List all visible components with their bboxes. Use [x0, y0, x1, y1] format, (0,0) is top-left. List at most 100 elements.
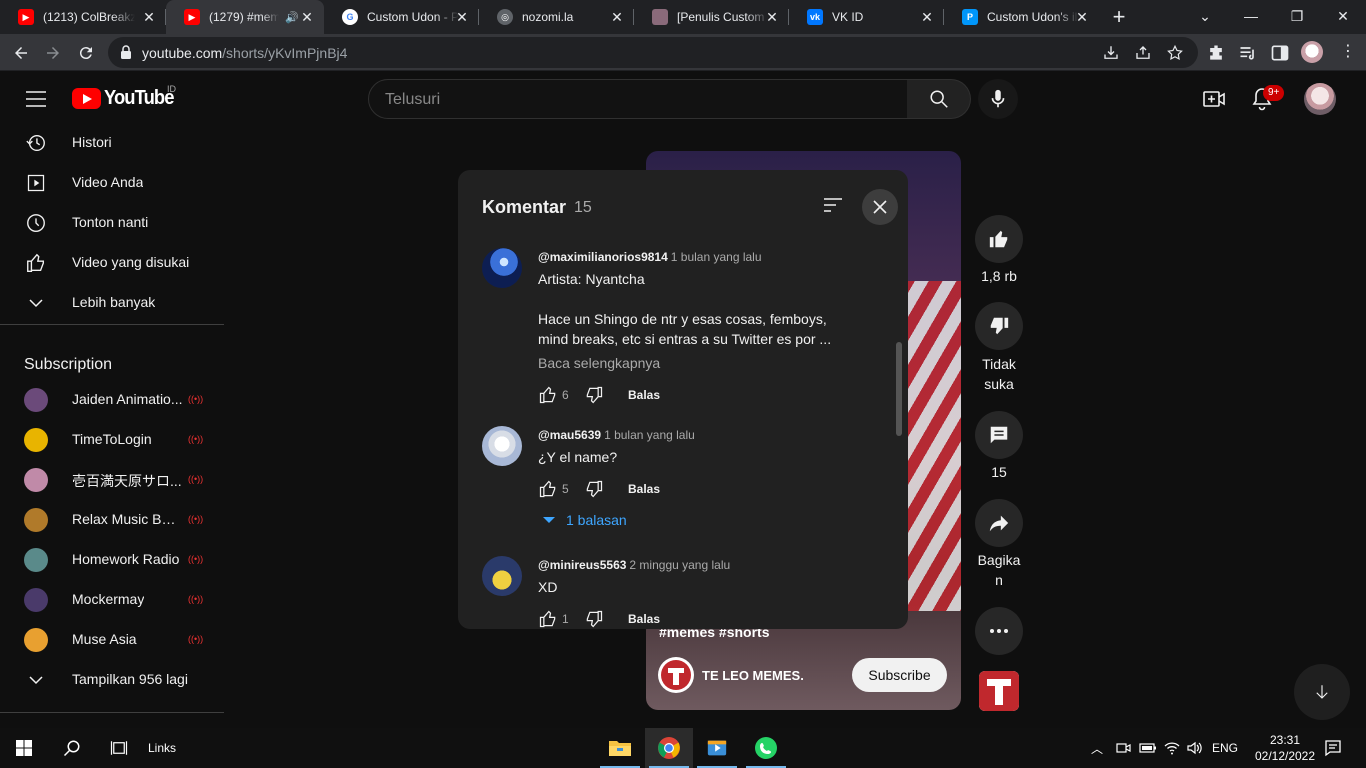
search-input[interactable]: Telusuri — [368, 79, 908, 119]
comment-author[interactable]: @minireus5563 — [538, 558, 626, 572]
subscription-item[interactable]: 壱百満天原サロ... ((•)) — [0, 460, 224, 500]
more-actions-button[interactable] — [975, 607, 1023, 655]
comment-author[interactable]: @mau5639 — [538, 428, 601, 442]
sidebar-item-watch-later[interactable]: Tonton nanti — [0, 203, 224, 243]
thumb-up-icon[interactable] — [538, 479, 558, 499]
sort-icon[interactable] — [822, 195, 844, 215]
battery-icon[interactable] — [1139, 740, 1157, 756]
comment-time[interactable]: 1 bulan yang lalu — [604, 428, 695, 442]
sound-pivot-button[interactable] — [979, 671, 1019, 711]
show-hidden-icons-chevron-icon[interactable]: ︿ — [1091, 740, 1103, 757]
comment-time[interactable]: 1 bulan yang lalu — [671, 250, 762, 264]
dislike-button[interactable] — [975, 302, 1023, 350]
windows-start-icon[interactable] — [16, 740, 32, 756]
sidebar-item-liked-videos[interactable]: Video yang disukai — [0, 243, 224, 283]
close-tab-icon[interactable]: ✕ — [142, 10, 156, 24]
account-avatar[interactable] — [1304, 83, 1336, 115]
thumb-up-icon[interactable] — [538, 385, 558, 405]
comment-author[interactable]: @maximilianorios9814 — [538, 250, 668, 264]
audio-playing-icon[interactable]: 🔊 — [285, 11, 299, 24]
close-comments-button[interactable] — [862, 189, 898, 225]
extensions-puzzle-icon[interactable] — [1206, 43, 1226, 63]
taskbar-media-player[interactable] — [693, 728, 741, 768]
subscription-item[interactable]: Mockermay ((•)) — [0, 580, 224, 620]
taskbar-clock[interactable]: 23:31 02/12/2022 — [1249, 732, 1321, 764]
comment-time[interactable]: 2 minggu yang lalu — [629, 558, 730, 572]
volume-icon[interactable] — [1186, 740, 1204, 756]
subscribe-button[interactable]: Subscribe — [852, 658, 947, 692]
browser-tab[interactable]: ◎ nozomi.la ✕ — [479, 0, 634, 34]
input-language[interactable]: ENG — [1212, 741, 1238, 755]
install-app-icon[interactable] — [1102, 44, 1120, 62]
search-button[interactable] — [907, 79, 971, 119]
reload-button[interactable] — [73, 40, 99, 66]
close-tab-icon[interactable]: ✕ — [455, 10, 469, 24]
address-bar[interactable]: youtube.com/shorts/yKvImPjnBj4 — [108, 37, 1198, 68]
camera-privacy-icon[interactable] — [1115, 740, 1131, 756]
thumb-down-icon[interactable] — [584, 609, 604, 629]
media-control-icon[interactable] — [1238, 43, 1258, 63]
minimize-window-button[interactable]: — — [1240, 5, 1262, 27]
side-panel-icon[interactable] — [1270, 43, 1290, 63]
sidebar-item-history[interactable]: Histori — [0, 123, 224, 163]
forward-button[interactable] — [40, 40, 66, 66]
thumb-up-icon[interactable] — [538, 609, 558, 629]
read-more-link[interactable]: Baca selengkapnya — [538, 355, 660, 371]
close-tab-icon[interactable]: ✕ — [300, 10, 314, 24]
commenter-avatar[interactable] — [482, 556, 522, 596]
subscription-item[interactable]: TimeToLogin ((•)) — [0, 420, 224, 460]
browser-tab[interactable]: P Custom Udon's il ✕ — [944, 0, 1099, 34]
links-toolbar[interactable]: Links — [148, 741, 176, 755]
close-window-button[interactable]: ✕ — [1332, 5, 1354, 27]
create-video-icon[interactable] — [1202, 87, 1226, 111]
new-tab-button[interactable]: + — [1109, 6, 1129, 28]
browser-tab[interactable]: G Custom Udon - P ✕ — [324, 0, 479, 34]
next-short-button[interactable] — [1294, 664, 1350, 720]
browser-menu-icon[interactable]: ⋮ — [1340, 43, 1356, 61]
wifi-icon[interactable] — [1163, 740, 1181, 756]
commenter-avatar[interactable] — [482, 426, 522, 466]
commenter-avatar[interactable] — [482, 248, 522, 288]
channel-name[interactable]: TE LEO MEMES. — [702, 668, 804, 683]
restore-window-button[interactable]: ❐ — [1286, 5, 1308, 27]
taskbar-whatsapp[interactable] — [742, 728, 790, 768]
youtube-logo[interactable]: YouTube ID — [72, 84, 180, 110]
comments-button[interactable] — [975, 411, 1023, 459]
browser-tab[interactable]: ▶ (1213) ColBreakz ✕ — [0, 0, 166, 34]
browser-tab-active[interactable]: ▶ (1279) #mem 🔊 ✕ — [166, 0, 324, 34]
view-replies-button[interactable]: 1 balasan — [542, 512, 627, 528]
channel-logo[interactable] — [658, 657, 694, 693]
profile-avatar[interactable] — [1301, 41, 1323, 63]
thumb-down-icon[interactable] — [584, 479, 604, 499]
bookmark-star-icon[interactable] — [1166, 44, 1184, 62]
close-tab-icon[interactable]: ✕ — [610, 10, 624, 24]
close-tab-icon[interactable]: ✕ — [765, 10, 779, 24]
taskbar-search-icon[interactable] — [63, 739, 81, 757]
tab-search-chevron-icon[interactable]: ⌄ — [1194, 5, 1216, 27]
taskbar-chrome[interactable] — [645, 728, 693, 768]
back-button[interactable] — [8, 40, 34, 66]
reply-button[interactable]: Balas — [628, 612, 660, 626]
comments-scrollbar[interactable] — [896, 342, 902, 436]
subscription-item[interactable]: Jaiden Animatio... ((•)) — [0, 380, 224, 420]
subscription-item[interactable]: Relax Music BG... ((•)) — [0, 500, 224, 540]
voice-search-button[interactable] — [978, 79, 1018, 119]
sidebar-item-show-more[interactable]: Lebih banyak — [0, 283, 224, 323]
reply-button[interactable]: Balas — [628, 388, 660, 402]
task-view-icon[interactable] — [110, 739, 128, 757]
reply-button[interactable]: Balas — [628, 482, 660, 496]
close-tab-icon[interactable]: ✕ — [920, 10, 934, 24]
sidebar-item-your-videos[interactable]: Video Anda — [0, 163, 224, 203]
action-center-icon[interactable] — [1324, 739, 1342, 757]
taskbar-file-explorer[interactable] — [596, 728, 644, 768]
share-button[interactable] — [975, 499, 1023, 547]
hamburger-menu-icon[interactable] — [26, 91, 46, 107]
subscription-item[interactable]: Homework Radio ((•)) — [0, 540, 224, 580]
like-button[interactable] — [975, 215, 1023, 263]
subscription-item[interactable]: Muse Asia ((•)) — [0, 620, 224, 660]
close-tab-icon[interactable]: ✕ — [1075, 10, 1089, 24]
browser-tab[interactable]: vk VK ID ✕ — [789, 0, 944, 34]
sidebar-show-more-subscriptions[interactable]: Tampilkan 956 lagi — [0, 660, 224, 700]
browser-tab[interactable]: [Penulis Custom ✕ — [634, 0, 789, 34]
thumb-down-icon[interactable] — [584, 385, 604, 405]
